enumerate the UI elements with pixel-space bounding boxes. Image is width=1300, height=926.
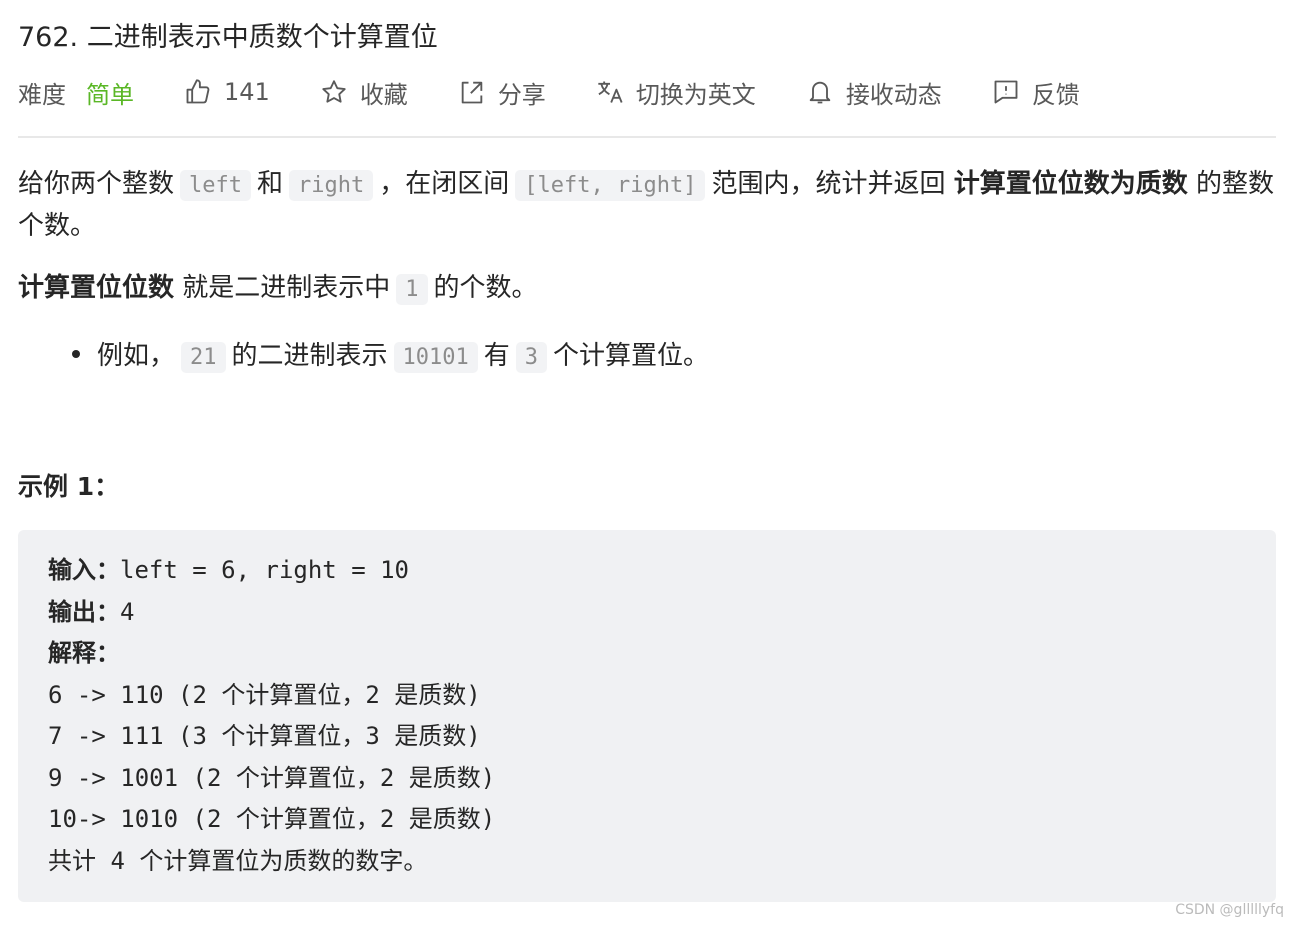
input-value: left = 6, right = 10 [120,556,409,584]
text: 有 [483,341,510,371]
inline-code-3: 3 [515,342,548,373]
text: 和 [257,169,284,199]
output-value: 4 [120,597,135,626]
inline-code-right: right [289,170,374,201]
example-input-line: 输入：left = 6, right = 10 [48,550,495,592]
text: 例如， [97,341,176,371]
problem-meta-bar: 难度 简单 141 收藏 分享 切换为英文 接收动态 反馈 [18,72,1080,112]
text: 的二进制表示 [231,341,388,371]
example-output-line: 输出：4 [48,592,495,634]
inline-code-interval: [left, right] [515,170,706,201]
inline-code-21: 21 [181,342,226,373]
difficulty-badge: 简单 [86,80,134,109]
like-button[interactable]: 141 [184,78,270,106]
explain-line: 9 -> 1001 (2 个计算置位，2 是质数) [48,763,496,792]
feedback-label: 反馈 [1031,80,1080,109]
bold-text: 计算置位位数 [18,273,175,303]
text: 就是二进制表示中 [182,273,391,303]
inline-code-10101: 10101 [393,342,478,373]
example-bullet: 例如， 21 的二进制表示 10101 有 3 个计算置位。 [72,336,709,378]
bullet-dot [72,349,80,358]
switch-language-button[interactable]: 切换为英文 [596,75,756,110]
description-paragraph-1: 给你两个整数 left 和 right ，在闭区间 [left, right] 范围内，统计… [18,164,1278,247]
example-title: 示例 1： [18,472,120,501]
text: ，在闭区间 [379,169,510,199]
favorite-button[interactable]: 收藏 [320,75,408,110]
explain-line: 10-> 1010 (2 个计算置位，2 是质数) [48,805,496,833]
text: 给你两个整数 [18,169,175,199]
feedback-button[interactable]: 反馈 [992,75,1080,110]
output-label: 输出： [48,597,120,626]
text: 的个数。 [433,273,538,303]
favorite-label: 收藏 [359,80,408,109]
difficulty-label: 难度 [18,80,66,109]
explain-label: 解释： [48,639,120,667]
input-label: 输入： [48,556,120,584]
share-icon [461,81,483,104]
inline-code-left: left [180,170,251,201]
like-count: 141 [224,78,270,106]
explain-line: 共计 4 个计算置位为质数的数字。 [48,846,428,875]
thumbs-up-icon [186,79,210,104]
bell-icon [809,81,831,104]
star-icon [322,80,346,103]
text: 范围内，统计并返回 [711,169,946,199]
inline-code-one: 1 [396,274,428,305]
subscribe-label: 接收动态 [845,80,942,109]
subscribe-button[interactable]: 接收动态 [806,75,942,110]
bold-text: 计算置位位数为质数 [953,169,1188,199]
translate-icon [598,81,623,103]
explain-line: 6 -> 110 (2 个计算置位，2 是质数) [48,680,481,709]
header-divider [18,136,1276,138]
description-paragraph-2: 计算置位位数 就是二进制表示中 1 的个数。 [18,268,1278,310]
watermark: CSDN @glllllyfq [1175,902,1284,918]
text: 个计算置位。 [553,341,710,371]
share-button[interactable]: 分享 [458,75,546,110]
problem-title: 762. 二进制表示中质数个计算置位 [18,22,438,53]
example-explain-label-line: 解释： [48,633,495,675]
share-label: 分享 [497,80,546,109]
explain-line: 7 -> 111 (3 个计算置位，3 是质数) [48,722,481,750]
example-code-block: 输入：left = 6, right = 10 输出：4 解释： 6 -> 11… [18,530,1276,902]
switch-language-label: 切换为英文 [635,80,756,109]
feedback-icon [994,80,1018,104]
